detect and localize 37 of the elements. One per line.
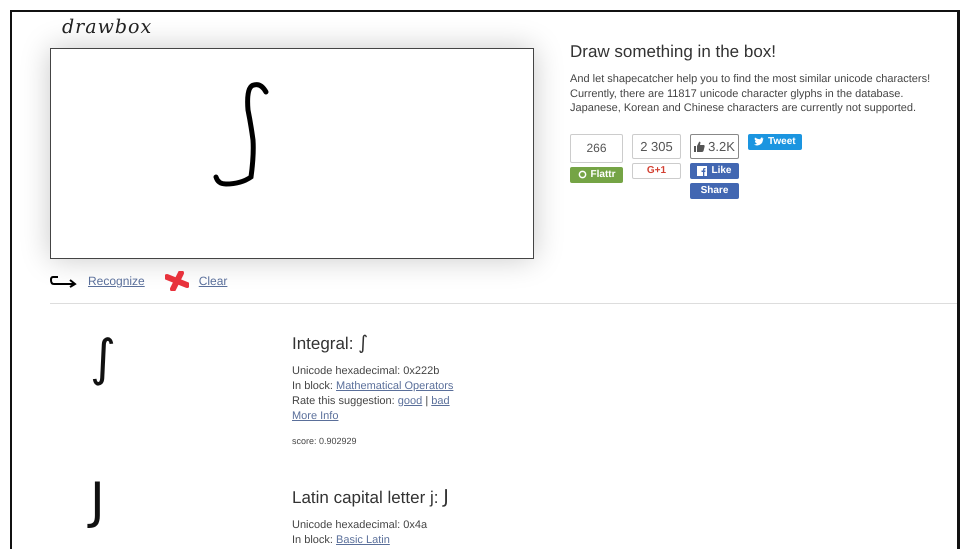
count-text: 266 [586, 141, 607, 155]
character-name: Latin capital letter j: J [292, 486, 449, 508]
score: score: 0.902929 [292, 436, 358, 446]
intro-text: And let shapecatcher help you to find the most similar unicode characters! [570, 72, 932, 86]
flattr-button[interactable]: Flattr [570, 166, 623, 182]
bird-icon [754, 137, 764, 146]
good-link[interactable]: good [398, 395, 422, 407]
hex-code: Unicode hexadecimal: 0x4a [292, 518, 428, 533]
block-link[interactable]: Basic Latin [336, 534, 390, 546]
intro-text: Currently, there are 11817 unicode character glyphs in the database. [570, 86, 904, 101]
thumbs-up-icon [694, 140, 706, 152]
block-link[interactable]: Mathematical Operators [336, 380, 454, 392]
intro-text: Japanese, Korean and Chinese characters are currently not supported. [570, 101, 918, 116]
bad-link[interactable]: bad [431, 395, 450, 407]
recognize-link[interactable]: Recognize [88, 274, 145, 288]
clear-link[interactable]: Clear [198, 274, 228, 288]
heading: Draw something in the box! [570, 42, 777, 62]
return-arrow-icon [50, 274, 78, 288]
more-info-link[interactable]: More Info [292, 410, 338, 422]
logo: drawbox [61, 15, 154, 40]
facebook-icon [697, 166, 708, 176]
character-name: Integral: ∫ [292, 332, 370, 354]
block-label: In block: [292, 380, 334, 392]
block-label: In block: [292, 534, 334, 546]
glyph-preview: J [12, 448, 292, 549]
share-button[interactable]: Share [690, 182, 739, 198]
count-text: 2 305 [640, 138, 673, 154]
separator: | [424, 395, 430, 407]
facebook-button[interactable]: Like [690, 162, 739, 178]
gplus-button[interactable]: G+1 [632, 162, 681, 178]
hex-code: Unicode hexadecimal: 0x222b [292, 364, 440, 379]
drawing-canvas[interactable] [50, 48, 534, 259]
glyph-preview: ∫ [89, 328, 118, 389]
twitter-button[interactable]: Tweet [748, 134, 802, 150]
count-text: 3.2K [708, 138, 735, 154]
rate-label: Rate this suggestion: [292, 395, 396, 407]
cross-icon [164, 271, 189, 291]
